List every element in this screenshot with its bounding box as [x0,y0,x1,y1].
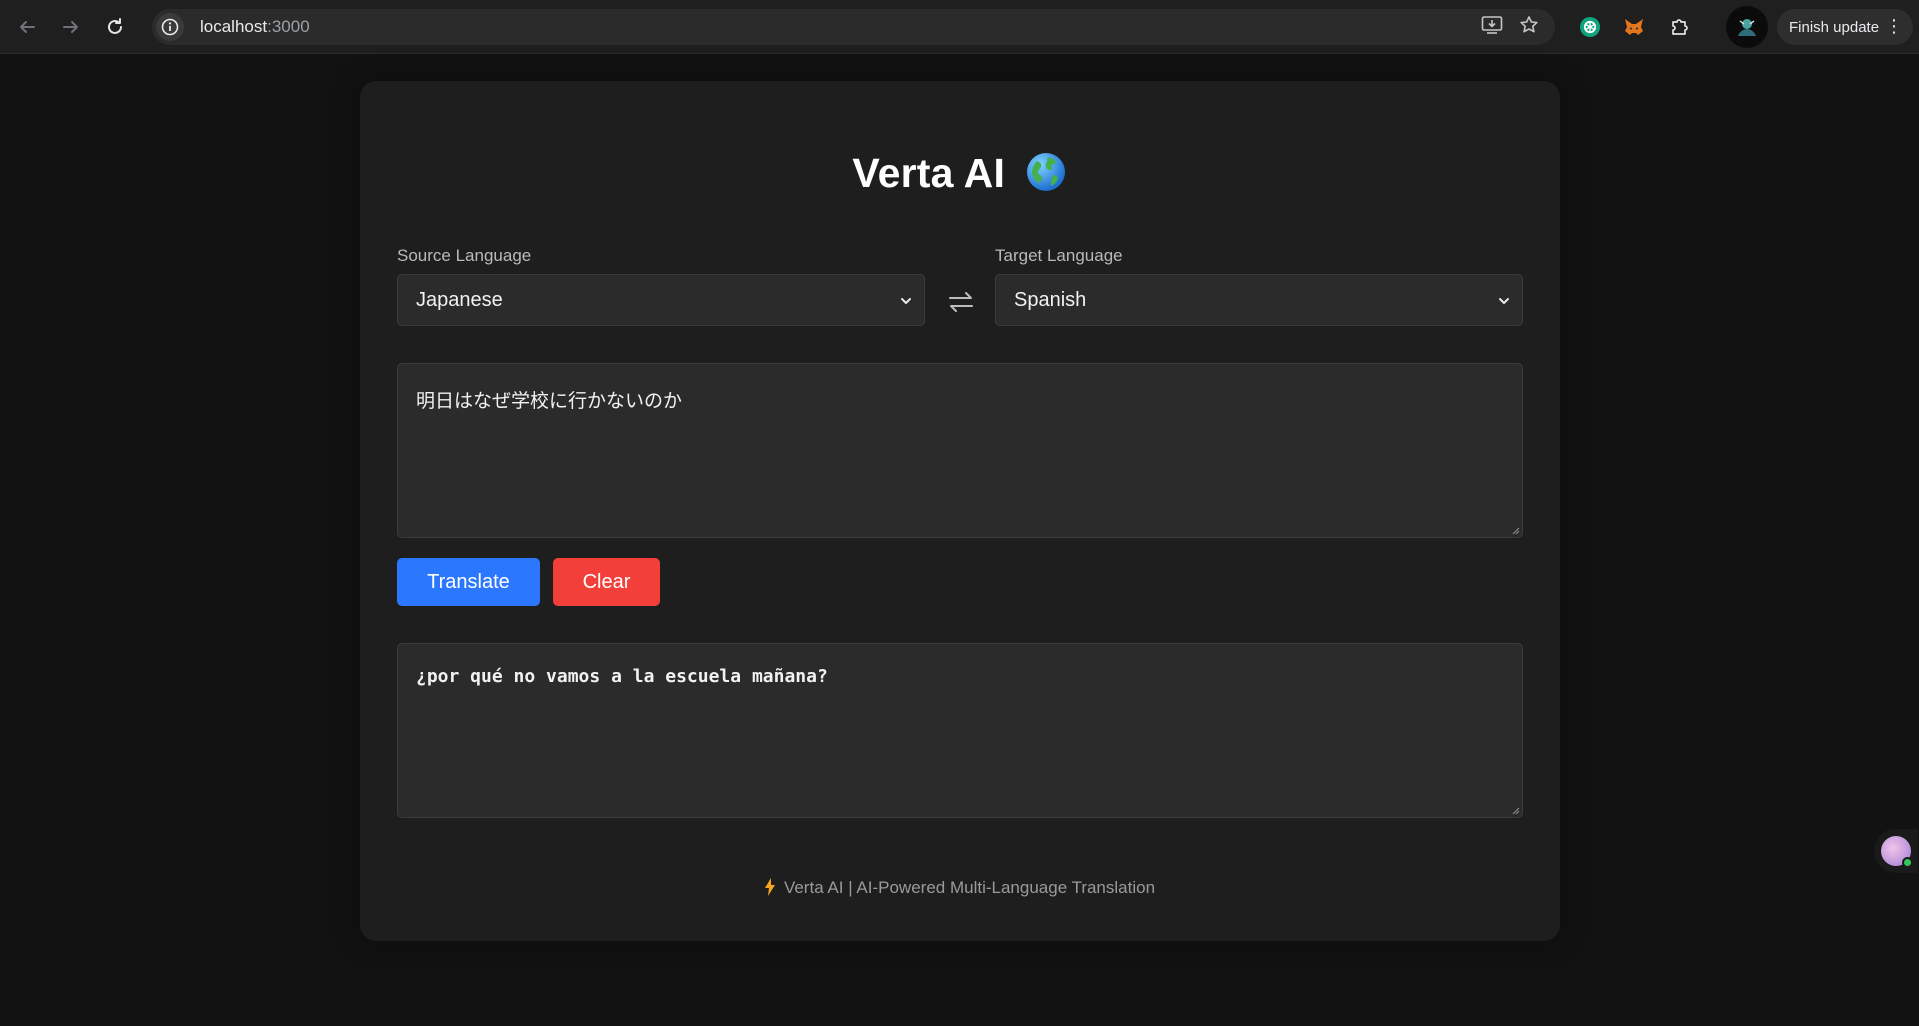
target-language-select[interactable]: Spanish [995,274,1523,326]
target-language-label: Target Language [995,246,1123,265]
online-status-dot [1902,857,1913,868]
extension-chatgpt[interactable] [1572,9,1608,45]
arrow-right-icon [63,20,78,33]
url-port: :3000 [267,17,310,36]
translate-button[interactable]: Translate [397,558,540,606]
source-language-select[interactable]: Japanese [397,274,925,326]
finish-update-label: Finish update [1789,18,1880,36]
swap-languages-icon[interactable] [947,288,975,316]
url-host: localhost [200,17,268,36]
source-language-value: Japanese [416,288,503,311]
extension-metamask[interactable] [1616,9,1652,45]
finish-update-button[interactable]: Finish update ⋮ [1777,9,1913,45]
arrow-left-icon [20,20,35,33]
bookmark-button[interactable] [1519,15,1539,40]
chevron-down-icon [901,298,911,304]
info-icon [161,18,179,36]
source-text-value: 明日はなぜ学校に行かないのか [416,390,683,412]
globe-icon [1026,153,1065,191]
source-text-input[interactable]: 明日はなぜ学校に行かないのか [397,363,1523,538]
footer-text: Verta AI | AI-Powered Multi-Language Tra… [783,878,1156,897]
resize-grip-icon[interactable] [1510,525,1520,535]
kebab-menu-icon[interactable]: ⋮ [1885,17,1903,35]
url-text: localhost:3000 [200,17,310,37]
metamask-fox-icon [1625,19,1643,35]
chevron-down-icon [1499,298,1509,304]
install-app-button[interactable] [1481,15,1503,40]
puzzle-icon [1672,19,1688,35]
translation-output-value: ¿por qué no vamos a la escuela mañana? [416,666,828,687]
target-language-value: Spanish [1014,288,1087,311]
back-button[interactable] [9,9,45,45]
source-language-label: Source Language [397,246,532,265]
profile-avatar-icon [1738,19,1756,36]
forward-button[interactable] [53,9,89,45]
lightning-bolt-icon [764,878,775,896]
translation-output[interactable]: ¿por qué no vamos a la escuela mañana? [397,643,1523,818]
install-icon [1481,15,1503,34]
browser-toolbar: localhost:3000 Finish update ⋮ [0,0,1919,54]
footer: Verta AI | AI-Powered Multi-Language Tra… [0,878,1919,898]
reload-icon [108,17,122,34]
reload-button[interactable] [97,9,133,45]
chatgpt-icon [1580,17,1600,37]
assistant-avatar-icon [1881,836,1913,868]
floating-assistant-button[interactable] [1874,829,1918,873]
profile-avatar[interactable] [1726,6,1768,48]
site-info-button[interactable] [156,13,184,41]
extensions-menu-button[interactable] [1662,9,1698,45]
app-title-text: Verta AI [852,150,1006,196]
clear-button[interactable]: Clear [553,558,660,606]
page-title: Verta AI [0,150,1919,197]
star-icon [1520,15,1538,32]
address-bar[interactable]: localhost:3000 [152,9,1555,45]
resize-grip-icon[interactable] [1510,805,1520,815]
